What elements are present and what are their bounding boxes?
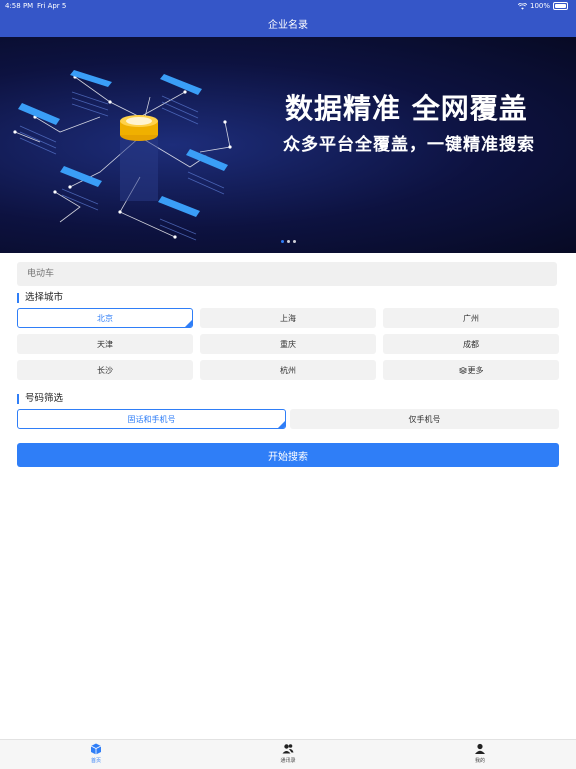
- page-title: 企业名录: [268, 20, 308, 31]
- city-chip-chengdu[interactable]: 成都: [383, 334, 559, 354]
- city-section-label: 选择城市: [17, 293, 63, 303]
- city-chip-hangzhou[interactable]: 杭州: [200, 360, 376, 380]
- carousel-dot[interactable]: [293, 240, 296, 243]
- city-chip-label: 上海: [280, 313, 296, 323]
- banner-carousel[interactable]: 数据精准 全网覆盖 众多平台全覆盖，一键精准搜索: [0, 37, 576, 253]
- number-section-label: 号码筛选: [17, 394, 63, 404]
- option-landline-and-mobile[interactable]: 固话和手机号: [17, 409, 286, 429]
- contacts-icon: [282, 744, 294, 754]
- city-chip-beijing[interactable]: 北京: [17, 308, 193, 328]
- person-icon: [475, 743, 485, 754]
- city-chip-label: 长沙: [97, 365, 113, 375]
- carousel-dot[interactable]: [281, 240, 284, 243]
- status-right: 100%: [517, 0, 568, 12]
- city-chip-tianjin[interactable]: 天津: [17, 334, 193, 354]
- option-label: 仅手机号: [408, 414, 441, 424]
- city-chip-label: 杭州: [280, 365, 296, 375]
- city-chip-label: 北京: [97, 313, 113, 323]
- city-chip-label: 成都: [463, 339, 479, 349]
- battery-icon: [553, 2, 568, 10]
- header-bar: 4:58 PM Fri Apr 5 100% 企业名录: [0, 0, 576, 37]
- selected-corner-icon: [185, 320, 192, 327]
- cube-icon: [90, 743, 102, 755]
- search-input[interactable]: [17, 262, 557, 286]
- tab-contacts[interactable]: 通讯录: [258, 743, 318, 764]
- option-label: 固话和手机号: [127, 414, 176, 424]
- status-time: 4:58 PM: [5, 2, 34, 10]
- layers-icon: [458, 366, 467, 374]
- carousel-dots[interactable]: [281, 240, 296, 243]
- status-bar: 4:58 PM Fri Apr 5 100%: [0, 0, 576, 12]
- battery-percent: 100%: [529, 2, 550, 10]
- city-chip-changsha[interactable]: 长沙: [17, 360, 193, 380]
- city-chip-guangzhou[interactable]: 广州: [383, 308, 559, 328]
- city-chip-more[interactable]: 更多: [383, 360, 559, 380]
- tab-bar: 首页 通讯录 我的: [0, 739, 576, 769]
- start-search-button[interactable]: 开始搜索: [17, 443, 559, 467]
- carousel-dot[interactable]: [287, 240, 290, 243]
- selected-corner-icon: [278, 421, 285, 428]
- city-chip-label: 天津: [97, 339, 113, 349]
- status-date: Fri Apr 5: [37, 2, 67, 10]
- more-label: 更多: [467, 365, 484, 375]
- tab-label: 通讯录: [280, 758, 296, 764]
- city-chip-label: 重庆: [280, 339, 296, 349]
- city-chip-shanghai[interactable]: 上海: [200, 308, 376, 328]
- city-chip-label: 广州: [463, 313, 479, 323]
- banner-headline: 数据精准 全网覆盖: [285, 92, 528, 125]
- option-mobile-only[interactable]: 仅手机号: [290, 409, 559, 429]
- tab-home[interactable]: 首页: [66, 743, 126, 764]
- city-chip-chongqing[interactable]: 重庆: [200, 334, 376, 354]
- tab-label: 首页: [90, 758, 101, 764]
- tab-label: 我的: [474, 758, 485, 764]
- wifi-icon: [517, 2, 527, 10]
- tab-profile[interactable]: 我的: [450, 743, 510, 764]
- banner-subline: 众多平台全覆盖，一键精准搜索: [283, 135, 535, 155]
